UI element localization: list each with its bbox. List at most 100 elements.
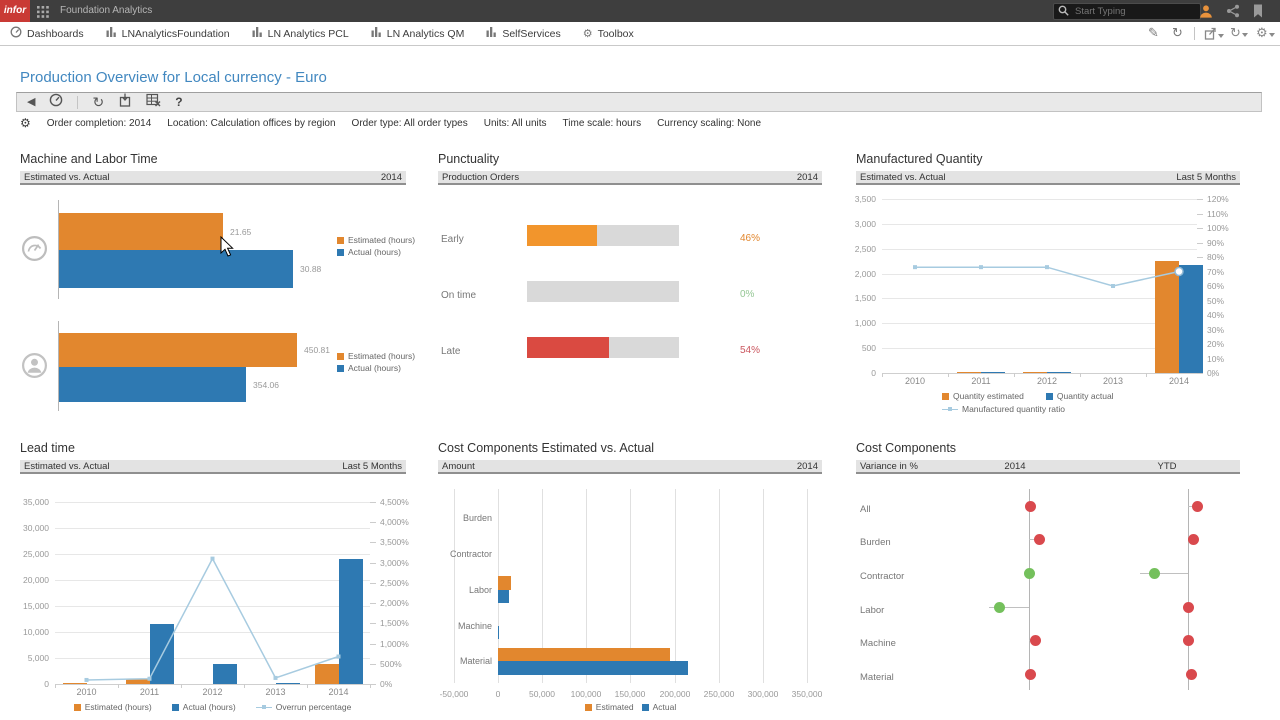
variance-dot <box>1186 669 1197 680</box>
y-axis-tick: 15,000 <box>5 601 49 611</box>
legend-item[interactable]: Quantity actual <box>1046 391 1114 401</box>
back-icon[interactable]: ◀ <box>27 96 35 108</box>
right-axis-tick-mark <box>370 623 376 624</box>
percent-label: 54% <box>740 345 760 356</box>
schedule-refresh-icon[interactable]: ↻ <box>1230 27 1248 39</box>
panel-cost-components-est-vs-actual: Cost Components Estimated vs. Actual Amo… <box>438 441 822 717</box>
tab-toolbox[interactable]: ⚙Toolbox <box>583 28 634 40</box>
y-axis-tick: 2,500 <box>832 244 876 254</box>
filter-gear-icon[interactable]: ⚙ <box>20 117 31 129</box>
bar-estimated <box>59 213 223 250</box>
right-axis-tick-mark <box>1197 373 1203 374</box>
y-axis-tick: 2,000 <box>832 269 876 279</box>
filter-location[interactable]: Location: Calculation offices by region <box>167 118 335 129</box>
legend-item[interactable]: Estimated (hours) <box>74 702 152 712</box>
filter-currency-scaling[interactable]: Currency scaling: None <box>657 118 761 129</box>
legend-item[interactable]: Estimated (hours) <box>337 351 415 361</box>
edit-pencil-icon[interactable]: ✎ <box>1148 27 1159 39</box>
percent-label: 0% <box>740 289 754 300</box>
legend-item[interactable]: Actual <box>642 702 677 712</box>
tab-selfservices[interactable]: SelfServices <box>486 26 560 41</box>
legend-item[interactable]: Estimated <box>585 702 634 712</box>
search-icon <box>1058 3 1069 21</box>
export-excel-icon[interactable] <box>146 93 161 112</box>
variance-axis-line <box>1188 489 1189 690</box>
value-label: 30.88 <box>300 264 321 274</box>
legend-item[interactable]: Quantity estimated <box>942 391 1024 401</box>
bar-estimated <box>1155 261 1179 373</box>
legend-item[interactable]: Estimated (hours) <box>337 235 415 245</box>
export-page-icon[interactable] <box>118 93 132 112</box>
export-icon[interactable] <box>1204 27 1224 40</box>
right-axis-tick-mark <box>370 522 376 523</box>
category-label: Burden <box>438 513 492 523</box>
tab-lnanalyticsfoundation[interactable]: LNAnalyticsFoundation <box>106 26 230 41</box>
legend: Quantity estimated Quantity actual <box>942 391 1114 401</box>
app-launcher-icon[interactable] <box>37 5 49 23</box>
y-axis-tick: 60% <box>1207 281 1224 291</box>
user-icon[interactable] <box>1199 4 1213 23</box>
category-label: Late <box>441 346 460 357</box>
gridline <box>882 249 1197 250</box>
gear-icon: ⚙ <box>583 28 593 40</box>
x-axis-tick-mark <box>118 684 119 688</box>
x-axis-label: 2014 <box>314 687 364 697</box>
bar-estimated <box>126 679 150 684</box>
bookmark-icon[interactable] <box>1252 4 1264 23</box>
bar-estimated <box>315 664 339 684</box>
y-axis-tick: 20% <box>1207 339 1224 349</box>
legend-item[interactable]: Actual (hours) <box>172 702 236 712</box>
legend: Actual (hours) <box>337 247 401 257</box>
right-axis-tick-mark <box>370 644 376 645</box>
share-icon[interactable] <box>1226 4 1240 23</box>
y-axis-tick: 4,000% <box>380 517 409 527</box>
y-axis-tick: 100% <box>1207 223 1229 233</box>
divider <box>77 96 78 109</box>
value-label: 21.65 <box>230 227 251 237</box>
percent-label: 46% <box>740 233 760 244</box>
variance-dot <box>1183 635 1194 646</box>
bar-actual <box>150 624 174 684</box>
category-label: Labor <box>860 605 884 616</box>
legend: Estimated (hours) <box>337 351 415 361</box>
reload-icon[interactable]: ↻ <box>92 96 104 108</box>
filter-time-scale[interactable]: Time scale: hours <box>563 118 642 129</box>
bar-actual <box>498 661 688 675</box>
filter-units[interactable]: Units: All units <box>484 118 547 129</box>
category-label: Material <box>438 656 492 666</box>
bar-estimated <box>498 576 511 590</box>
help-icon[interactable]: ? <box>175 95 182 109</box>
y-axis-tick: 500% <box>380 659 402 669</box>
legend-item[interactable]: Overrun percentage <box>256 702 352 712</box>
bar-fill <box>527 337 609 358</box>
legend-item[interactable]: Actual (hours) <box>337 363 401 373</box>
legend-item[interactable]: Manufactured quantity ratio <box>942 404 1065 414</box>
search-box[interactable] <box>1053 3 1201 20</box>
panel-lead-time: Lead time Estimated vs. ActualLast 5 Mon… <box>20 441 406 717</box>
tab-ln-analytics-pcl[interactable]: LN Analytics PCL <box>252 26 349 41</box>
y-axis-tick: 1,000% <box>380 639 409 649</box>
variance-dot <box>994 602 1005 613</box>
tab-ln-analytics-qm[interactable]: LN Analytics QM <box>371 26 465 41</box>
filter-order-completion[interactable]: Order completion: 2014 <box>47 118 152 129</box>
app-title: Foundation Analytics <box>60 0 152 22</box>
variance-dot <box>1192 501 1203 512</box>
settings-gear-icon[interactable]: ⚙ <box>1256 27 1275 39</box>
x-axis-tick-mark <box>882 373 883 377</box>
x-axis-tick-mark <box>370 684 371 688</box>
tab-dashboards[interactable]: Dashboards <box>10 26 84 41</box>
refresh-icon[interactable]: ↻ <box>1172 27 1183 39</box>
gridline <box>882 373 1197 374</box>
search-input[interactable] <box>1073 5 1209 18</box>
home-gauge-icon[interactable] <box>49 93 63 112</box>
y-axis-tick: 2,000% <box>380 598 409 608</box>
y-axis-tick: 90% <box>1207 238 1224 248</box>
x-axis-label: 2012 <box>1022 376 1072 386</box>
infor-logo[interactable]: infor <box>0 0 30 22</box>
x-axis-label: 2014 <box>1154 376 1204 386</box>
y-axis-tick: 0 <box>832 368 876 378</box>
value-label: 354.06 <box>253 380 279 390</box>
category-label: Burden <box>860 537 891 548</box>
filter-order-type[interactable]: Order type: All order types <box>352 118 468 129</box>
legend-item[interactable]: Actual (hours) <box>337 247 401 257</box>
